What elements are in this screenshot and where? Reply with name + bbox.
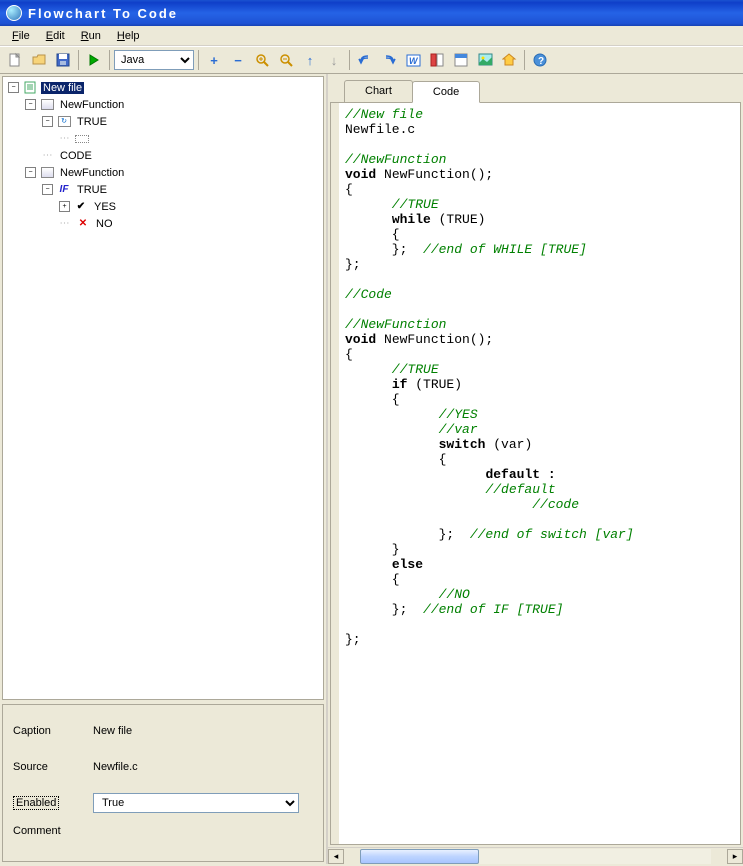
expand-icon[interactable]: −: [8, 82, 19, 93]
tree-view[interactable]: −New file −NewFunction −↻TRUE ⋯ ⋯CODE −N…: [2, 76, 324, 700]
tree-label: New file: [41, 82, 84, 94]
scroll-left-button[interactable]: ◂: [328, 849, 344, 864]
function-icon: [39, 98, 55, 112]
tree-node[interactable]: ⋯✕NO: [5, 215, 321, 232]
layout-2-button[interactable]: [450, 49, 472, 71]
tree-node[interactable]: − NewFunction: [5, 96, 321, 113]
window-title: Flowchart To Code: [28, 6, 178, 21]
titlebar: Flowchart To Code: [0, 0, 743, 26]
app-icon: [6, 5, 22, 21]
prop-value: New file: [93, 725, 313, 737]
zoom-in-button[interactable]: [251, 49, 273, 71]
tab-chart[interactable]: Chart: [344, 80, 413, 102]
check-icon: ✔: [73, 200, 89, 214]
tab-code[interactable]: Code: [412, 81, 480, 103]
scroll-right-button[interactable]: ▸: [727, 849, 743, 864]
tree-node[interactable]: −↻TRUE: [5, 113, 321, 130]
expand-icon[interactable]: +: [59, 201, 70, 212]
scroll-track[interactable]: [360, 849, 711, 864]
language-select[interactable]: Java: [114, 50, 194, 70]
move-down-button[interactable]: ↓: [323, 49, 345, 71]
function-icon: [39, 166, 55, 180]
expand-icon[interactable]: −: [42, 116, 53, 127]
code-icon: ⋯: [39, 149, 55, 163]
tree-node[interactable]: −IFTRUE: [5, 181, 321, 198]
svg-text:?: ?: [538, 56, 544, 67]
menu-help[interactable]: Help: [109, 28, 148, 44]
menubar: File Edit Run Help: [0, 26, 743, 46]
prop-label: Enabled: [13, 796, 93, 810]
loop-icon: ↻: [56, 115, 72, 129]
horizontal-scrollbar[interactable]: ◂ ▸: [328, 847, 743, 864]
enabled-select[interactable]: True: [93, 793, 299, 813]
expand-icon[interactable]: −: [25, 167, 36, 178]
tree-label: TRUE: [75, 116, 109, 128]
prop-label: Caption: [13, 725, 93, 737]
placeholder-icon: [75, 135, 89, 143]
prop-label: Comment: [13, 825, 93, 837]
open-file-button[interactable]: [28, 49, 50, 71]
tree-label: YES: [92, 201, 118, 213]
expand-icon[interactable]: −: [25, 99, 36, 110]
menu-run[interactable]: Run: [73, 28, 109, 44]
undo-button[interactable]: [354, 49, 376, 71]
left-pane: −New file −NewFunction −↻TRUE ⋯ ⋯CODE −N…: [0, 74, 328, 864]
redo-button[interactable]: [378, 49, 400, 71]
tree-node[interactable]: +✔YES: [5, 198, 321, 215]
remove-button[interactable]: −: [227, 49, 249, 71]
placeholder-icon: ⋯: [56, 132, 72, 146]
export-word-button[interactable]: W: [402, 49, 424, 71]
gutter: [331, 103, 339, 844]
new-file-button[interactable]: [4, 49, 26, 71]
right-pane: Chart Code //New file Newfile.c //NewFun…: [328, 74, 743, 864]
help-button[interactable]: ?: [529, 49, 551, 71]
tree-node[interactable]: − NewFunction: [5, 164, 321, 181]
tree-label: NewFunction: [58, 99, 126, 111]
menu-edit[interactable]: Edit: [38, 28, 73, 44]
cross-icon: ✕: [75, 217, 91, 231]
file-icon: [22, 81, 38, 95]
tree-node[interactable]: ⋯: [5, 130, 321, 147]
tabbar: Chart Code: [328, 80, 743, 102]
toolbar: Java + − ↑ ↓ W ?: [0, 46, 743, 74]
properties-panel: CaptionNew file SourceNewfile.c EnabledT…: [2, 704, 324, 862]
expand-icon[interactable]: −: [42, 184, 53, 195]
tree-label: NewFunction: [58, 167, 126, 179]
if-icon: IF: [56, 183, 72, 197]
move-up-button[interactable]: ↑: [299, 49, 321, 71]
run-button[interactable]: [83, 49, 105, 71]
save-button[interactable]: [52, 49, 74, 71]
dots-icon: ⋯: [56, 217, 72, 231]
layout-1-button[interactable]: [426, 49, 448, 71]
home-button[interactable]: [498, 49, 520, 71]
tree-node[interactable]: ⋯CODE: [5, 147, 321, 164]
code-editor[interactable]: //New file Newfile.c //NewFunction void …: [330, 102, 741, 845]
prop-value: Newfile.c: [93, 761, 313, 773]
zoom-out-button[interactable]: [275, 49, 297, 71]
tree-root[interactable]: − New file: [5, 79, 321, 96]
add-button[interactable]: +: [203, 49, 225, 71]
tree-label: CODE: [58, 150, 94, 162]
code-content[interactable]: //New file Newfile.c //NewFunction void …: [331, 103, 740, 651]
tree-label: TRUE: [75, 184, 109, 196]
scroll-thumb[interactable]: [360, 849, 479, 864]
prop-label: Source: [13, 761, 93, 773]
export-image-button[interactable]: [474, 49, 496, 71]
tree-label: NO: [94, 218, 115, 230]
menu-file[interactable]: File: [4, 28, 38, 44]
